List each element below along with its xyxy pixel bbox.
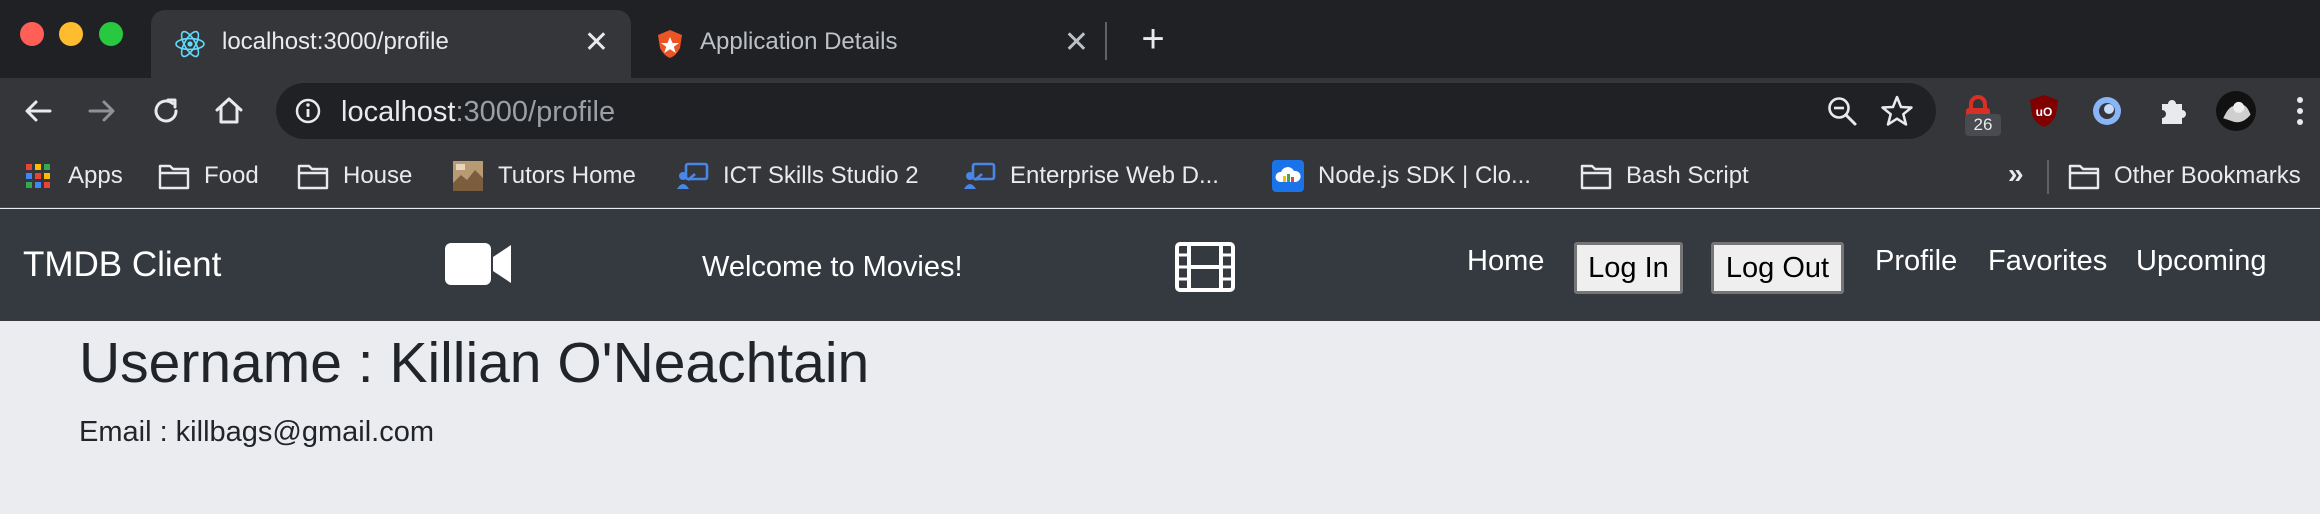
bookmark-label: ICT Skills Studio 2 (723, 162, 919, 189)
bookmark-apps[interactable]: Apps (22, 158, 123, 194)
reload-icon[interactable] (146, 91, 186, 131)
address-bar[interactable]: localhost:3000/profile (276, 83, 1936, 139)
bookmarks-separator (2047, 160, 2049, 194)
tab-close-icon[interactable]: ✕ (584, 28, 609, 58)
bookmark-label: Food (204, 162, 259, 189)
browser-tabstrip: localhost:3000/profile ✕ Application Det… (0, 0, 2320, 78)
home-icon[interactable] (209, 91, 249, 131)
extension-ring-icon[interactable] (2087, 91, 2127, 131)
bookmark-tutors-home[interactable]: Tutors Home (452, 158, 636, 194)
bookmark-label: Apps (68, 162, 123, 189)
bookmark-label: House (343, 162, 413, 189)
url-path: :3000/profile (455, 96, 616, 128)
profile-email: Email : killbags@gmail.com (79, 416, 434, 448)
login-button[interactable]: Log In (1574, 242, 1683, 294)
profile-username: Username : Killian O'Neachtain (79, 331, 870, 395)
puzzle-extensions-icon[interactable] (2153, 91, 2193, 131)
nav-link-favorites[interactable]: Favorites (1988, 245, 2107, 278)
bookmark-food[interactable]: Food (158, 158, 259, 194)
tab-title: localhost:3000/profile (222, 28, 449, 55)
cloud-icon (1272, 160, 1304, 192)
avatar[interactable] (2216, 91, 2256, 131)
welcome-text: Welcome to Movies! (702, 251, 963, 283)
bookmark-other[interactable]: Other Bookmarks (2068, 158, 2301, 194)
classroom-icon (677, 160, 709, 192)
site-info-icon[interactable] (294, 97, 322, 125)
url-host: localhost (341, 96, 456, 128)
classroom-icon (964, 160, 996, 192)
tab-application-details[interactable]: Application Details ✕ (631, 10, 1111, 78)
bookmark-enterprise-web[interactable]: Enterprise Web D... (964, 158, 1219, 194)
new-tab-icon[interactable]: + (1133, 19, 1173, 60)
tutors-favicon (452, 160, 484, 192)
bookmark-label: Bash Script (1626, 162, 1749, 189)
bookmark-bash-script[interactable]: Bash Script (1580, 158, 1749, 194)
video-camera-icon (443, 239, 513, 289)
bookmark-label: Other Bookmarks (2114, 162, 2301, 189)
auth0-icon (653, 27, 687, 61)
nav-link-profile[interactable]: Profile (1875, 245, 1957, 278)
menu-kebab-icon[interactable] (2280, 91, 2320, 131)
tab-title: Application Details (700, 28, 898, 55)
tab-separator (1105, 22, 1107, 60)
folder-icon (158, 160, 190, 192)
back-arrow-icon[interactable] (18, 91, 58, 131)
bookmarks-overflow-chevron[interactable]: » (2008, 158, 2024, 190)
ublock-icon[interactable]: uO (2024, 91, 2064, 131)
bookmark-house[interactable]: House (297, 158, 412, 194)
bookmark-ict-skills[interactable]: ICT Skills Studio 2 (677, 158, 919, 194)
forward-arrow-icon[interactable] (82, 91, 122, 131)
bookmark-star-icon[interactable] (1880, 94, 1914, 128)
bookmark-label: Enterprise Web D... (1010, 162, 1219, 189)
bookmark-nodejs-sdk[interactable]: Node.js SDK | Clo... (1272, 158, 1531, 194)
url-text: localhost:3000/profile (341, 96, 615, 129)
bookmark-label: Node.js SDK | Clo... (1318, 162, 1531, 189)
app-navbar: TMDB Client Welcome to Movies! Home Log … (0, 209, 2320, 321)
navbar-brand[interactable]: TMDB Client (23, 245, 221, 285)
folder-icon (2068, 160, 2100, 192)
window-close-button[interactable] (20, 22, 44, 46)
zoom-out-icon[interactable] (1826, 95, 1858, 127)
folder-icon (297, 160, 329, 192)
tab-profile[interactable]: localhost:3000/profile ✕ (151, 10, 631, 78)
bookmark-label: Tutors Home (498, 162, 636, 189)
folder-icon (1580, 160, 1612, 192)
react-icon (173, 27, 207, 61)
apps-grid-icon (22, 160, 54, 192)
nav-link-upcoming[interactable]: Upcoming (2136, 245, 2267, 278)
window-minimize-button[interactable] (59, 22, 83, 46)
svg-text:uO: uO (2036, 105, 2053, 119)
tab-close-icon[interactable]: ✕ (1064, 28, 1089, 58)
extension-badge: 26 (1965, 114, 2001, 136)
logout-button[interactable]: Log Out (1711, 242, 1844, 294)
film-strip-icon (1175, 242, 1235, 292)
nav-link-home[interactable]: Home (1467, 245, 1544, 278)
bookmarks-bar: Apps Food House Tutors Home ICT Skills S… (0, 144, 2320, 208)
window-zoom-button[interactable] (99, 22, 123, 46)
